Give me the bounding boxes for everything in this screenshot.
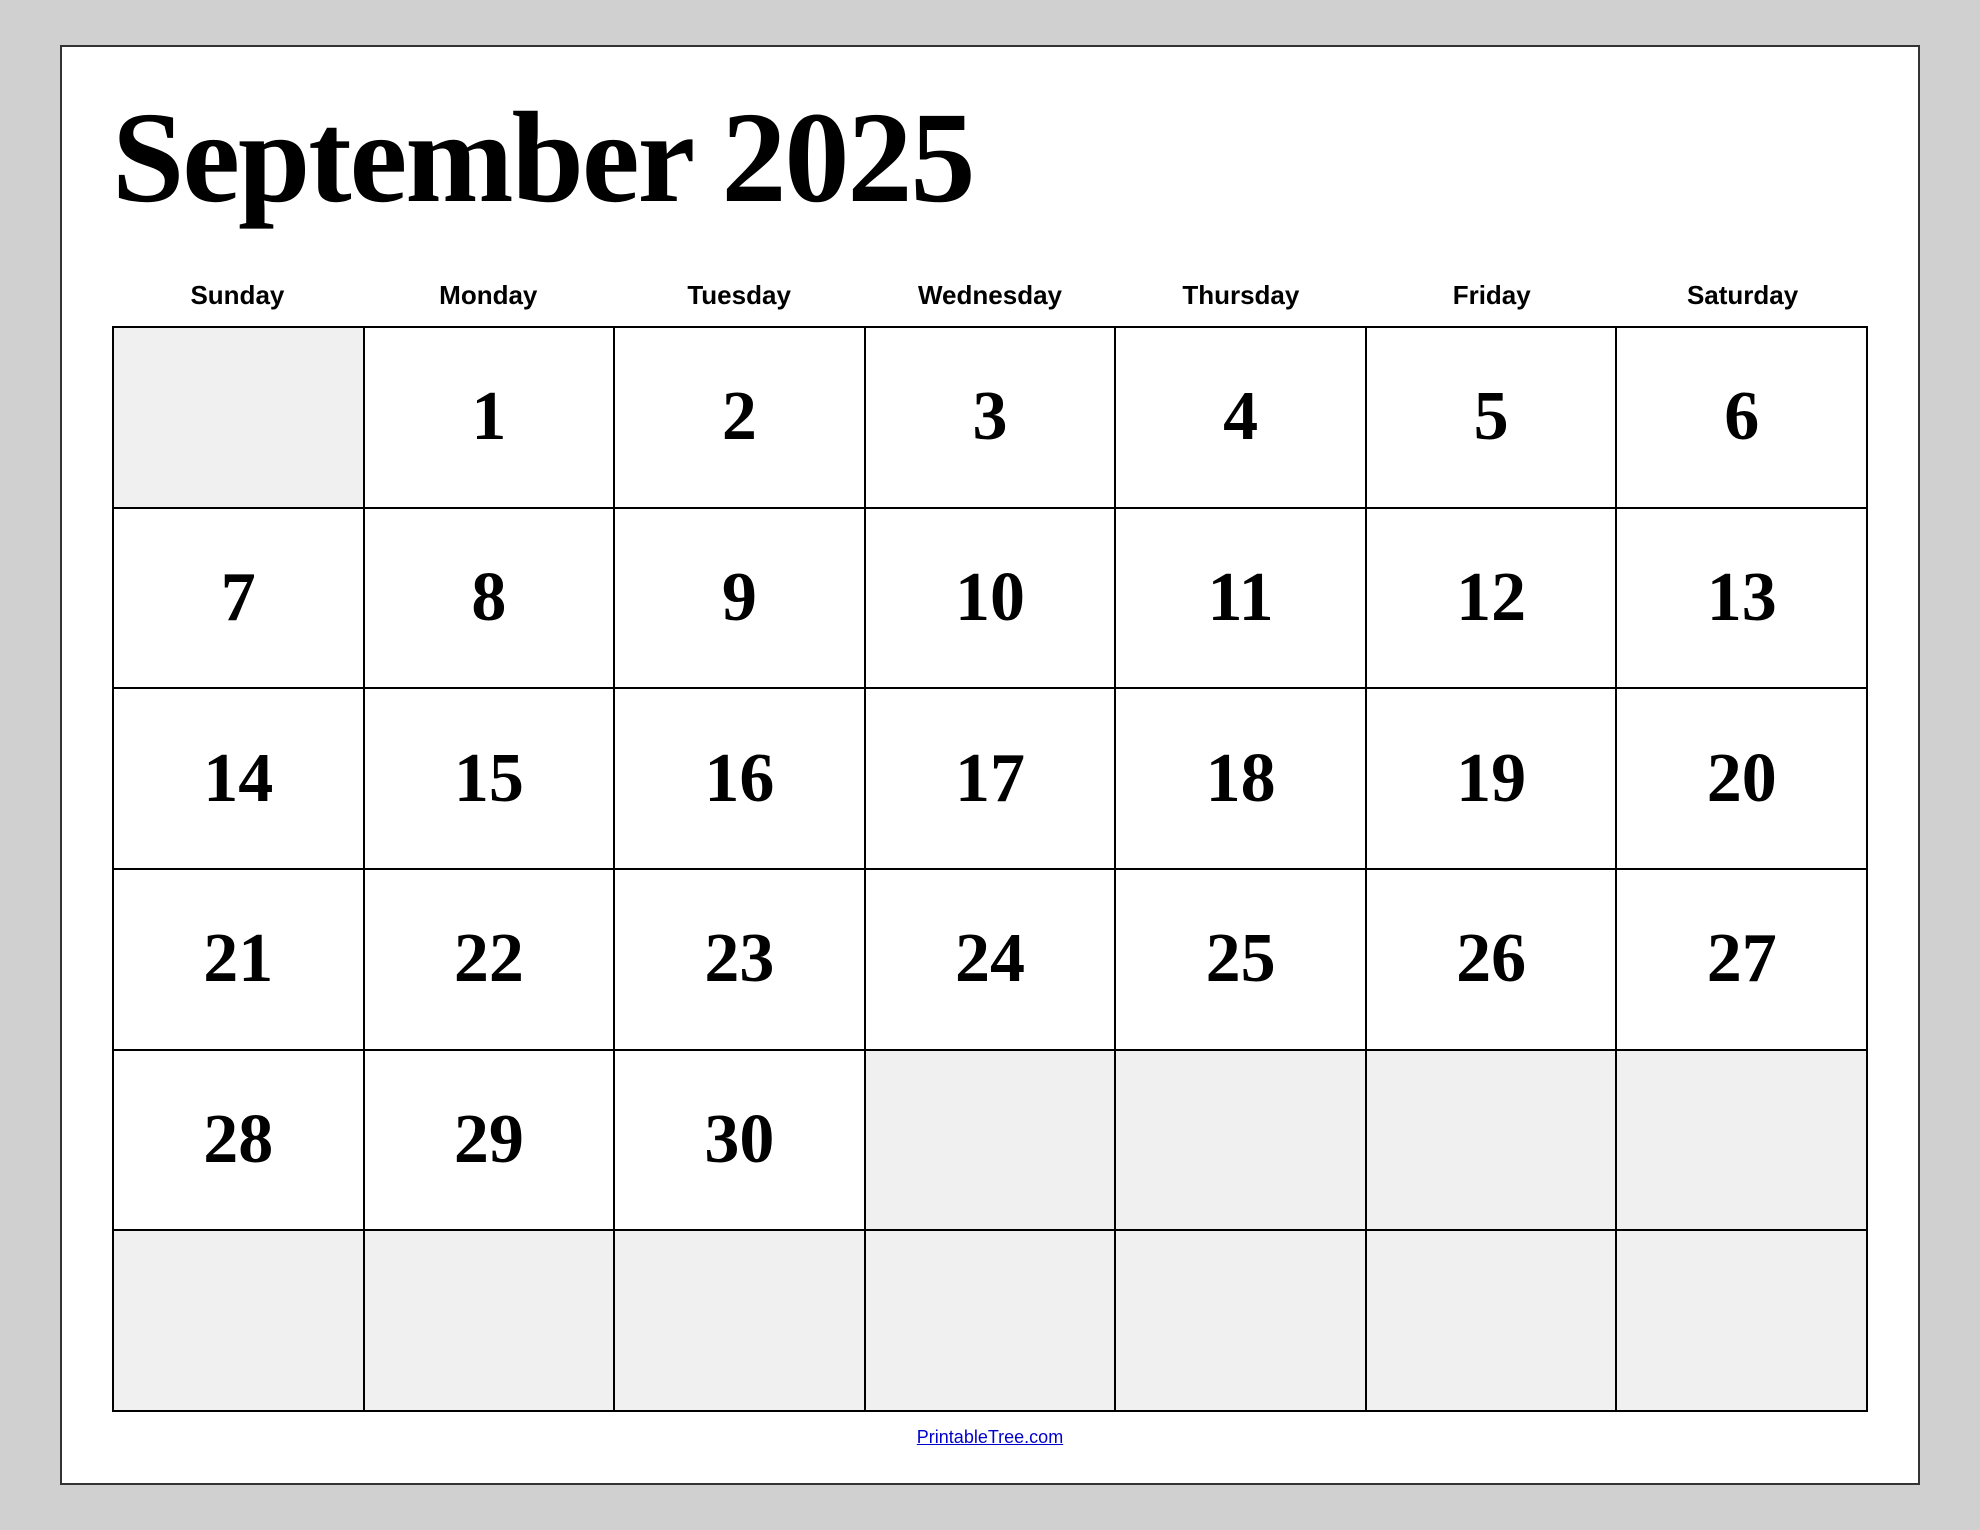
- calendar-cell: [1617, 1231, 1868, 1412]
- day-number: 21: [203, 919, 273, 999]
- calendar-cell: 30: [615, 1051, 866, 1232]
- calendar-cell: 26: [1367, 870, 1618, 1051]
- calendar-cell: 28: [114, 1051, 365, 1232]
- calendar-cell: [365, 1231, 616, 1412]
- calendar-cell: 17: [866, 689, 1117, 870]
- day-number: 26: [1456, 919, 1526, 999]
- day-header-tuesday: Tuesday: [614, 270, 865, 326]
- calendar-cell: 23: [615, 870, 866, 1051]
- day-number: 6: [1724, 377, 1759, 457]
- day-header-wednesday: Wednesday: [865, 270, 1116, 326]
- calendar-cell: [866, 1231, 1117, 1412]
- day-header-monday: Monday: [363, 270, 614, 326]
- day-number: 15: [454, 739, 524, 819]
- calendar-cell: 7: [114, 509, 365, 690]
- calendar-cell: 13: [1617, 509, 1868, 690]
- day-number: 19: [1456, 739, 1526, 819]
- calendar-cell: [1116, 1231, 1367, 1412]
- calendar-cell: [1367, 1231, 1618, 1412]
- calendar-cell: 11: [1116, 509, 1367, 690]
- day-number: 23: [704, 919, 774, 999]
- calendar-cell: [615, 1231, 866, 1412]
- day-number: 2: [722, 377, 757, 457]
- day-number: 25: [1206, 919, 1276, 999]
- day-header-sunday: Sunday: [112, 270, 363, 326]
- calendar-cell: 19: [1367, 689, 1618, 870]
- calendar-title: September 2025: [112, 87, 1868, 230]
- day-number: 7: [221, 558, 256, 638]
- calendar-cell: 29: [365, 1051, 616, 1232]
- day-number: 12: [1456, 558, 1526, 638]
- day-number: 24: [955, 919, 1025, 999]
- calendar-cell: 1: [365, 328, 616, 509]
- calendar-cell: 4: [1116, 328, 1367, 509]
- calendar-cell: 6: [1617, 328, 1868, 509]
- day-headers: SundayMondayTuesdayWednesdayThursdayFrid…: [112, 270, 1868, 326]
- calendar-cell: [1367, 1051, 1618, 1232]
- day-number: 30: [704, 1100, 774, 1180]
- day-number: 17: [955, 739, 1025, 819]
- calendar-cell: 18: [1116, 689, 1367, 870]
- footer: PrintableTree.com: [112, 1412, 1868, 1453]
- calendar-cell: 24: [866, 870, 1117, 1051]
- calendar-cell: [114, 1231, 365, 1412]
- calendar-cell: 10: [866, 509, 1117, 690]
- calendar-cell: 22: [365, 870, 616, 1051]
- day-header-thursday: Thursday: [1115, 270, 1366, 326]
- calendar-cell: 20: [1617, 689, 1868, 870]
- calendar-cell: [866, 1051, 1117, 1232]
- day-number: 16: [704, 739, 774, 819]
- calendar-cell: [1116, 1051, 1367, 1232]
- calendar-cell: 8: [365, 509, 616, 690]
- calendar-cell: [114, 328, 365, 509]
- calendar-cell: 15: [365, 689, 616, 870]
- calendar-cell: 27: [1617, 870, 1868, 1051]
- day-number: 11: [1207, 558, 1273, 638]
- calendar-cell: 5: [1367, 328, 1618, 509]
- day-number: 5: [1474, 377, 1509, 457]
- day-number: 18: [1206, 739, 1276, 819]
- day-number: 29: [454, 1100, 524, 1180]
- calendar-cell: 16: [615, 689, 866, 870]
- calendar-container: SundayMondayTuesdayWednesdayThursdayFrid…: [112, 270, 1868, 1412]
- day-number: 22: [454, 919, 524, 999]
- calendar-cell: 25: [1116, 870, 1367, 1051]
- footer-link[interactable]: PrintableTree.com: [917, 1427, 1063, 1447]
- calendar-page: September 2025 SundayMondayTuesdayWednes…: [60, 45, 1920, 1485]
- day-number: 28: [203, 1100, 273, 1180]
- day-number: 4: [1223, 377, 1258, 457]
- day-header-saturday: Saturday: [1617, 270, 1868, 326]
- day-number: 1: [471, 377, 506, 457]
- day-number: 14: [203, 739, 273, 819]
- day-number: 27: [1707, 919, 1777, 999]
- day-number: 9: [722, 558, 757, 638]
- calendar-cell: 2: [615, 328, 866, 509]
- day-number: 8: [471, 558, 506, 638]
- day-number: 3: [972, 377, 1007, 457]
- day-number: 13: [1707, 558, 1777, 638]
- calendar-cell: 9: [615, 509, 866, 690]
- day-header-friday: Friday: [1366, 270, 1617, 326]
- calendar-grid: 1234567891011121314151617181920212223242…: [112, 326, 1868, 1412]
- calendar-cell: 21: [114, 870, 365, 1051]
- calendar-cell: 3: [866, 328, 1117, 509]
- calendar-cell: 12: [1367, 509, 1618, 690]
- day-number: 20: [1707, 739, 1777, 819]
- calendar-cell: [1617, 1051, 1868, 1232]
- calendar-cell: 14: [114, 689, 365, 870]
- day-number: 10: [955, 558, 1025, 638]
